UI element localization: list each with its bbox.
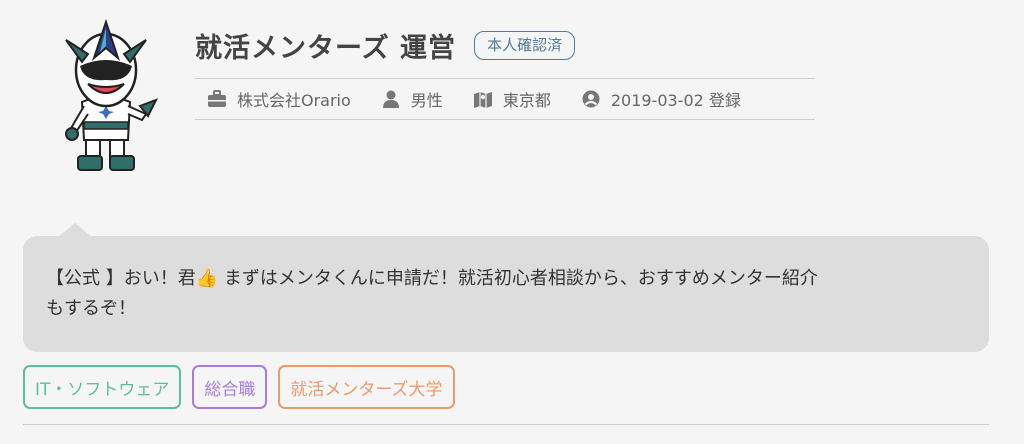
meta-gender: 男性 (381, 87, 443, 111)
map-icon (473, 90, 493, 108)
message-line-1: 【公式 】おい！君👍 まずはメンタくんに申請だ！就活初心者相談から、おすすめメン… (46, 268, 818, 289)
company-name: 株式会社Orario (237, 91, 351, 110)
location-value: 東京都 (502, 91, 551, 110)
profile-page: 就活メンターズ 運営 本人確認済 株式会社Orario 男性 東京都 2019-… (0, 0, 1024, 444)
tag-it-software[interactable]: IT・ソフトウェア (23, 365, 182, 409)
tag-list: IT・ソフトウェア 総合職 就活メンターズ大学 (23, 365, 466, 409)
profile-message: 【公式 】おい！君👍 まずはメンタくんに申請だ！就活初心者相談から、おすすめメン… (23, 236, 989, 352)
registered-date: 2019-03-02 登録 (610, 91, 741, 110)
avatar[interactable] (48, 18, 166, 178)
message-line-2: もするぞ！ (46, 298, 136, 319)
meta-location: 東京都 (473, 87, 551, 111)
meta-registered: 2019-03-02 登録 (581, 87, 741, 111)
gender-value: 男性 (410, 91, 443, 110)
profile-header: 就活メンターズ 運営 本人確認済 (195, 22, 576, 68)
person-icon (381, 90, 401, 108)
profile-meta: 株式会社Orario 男性 東京都 2019-03-02 登録 (195, 78, 815, 120)
verified-badge: 本人確認済 (474, 30, 576, 60)
briefcase-icon (207, 90, 227, 108)
divider (23, 424, 989, 425)
tag-mentors-university[interactable]: 就活メンターズ大学 (278, 365, 455, 409)
user-circle-icon (581, 90, 601, 108)
meta-company: 株式会社Orario (207, 87, 351, 111)
profile-name: 就活メンターズ 運営 (195, 32, 457, 64)
tag-general-position[interactable]: 総合職 (192, 365, 268, 409)
bubble-tail (58, 223, 92, 237)
